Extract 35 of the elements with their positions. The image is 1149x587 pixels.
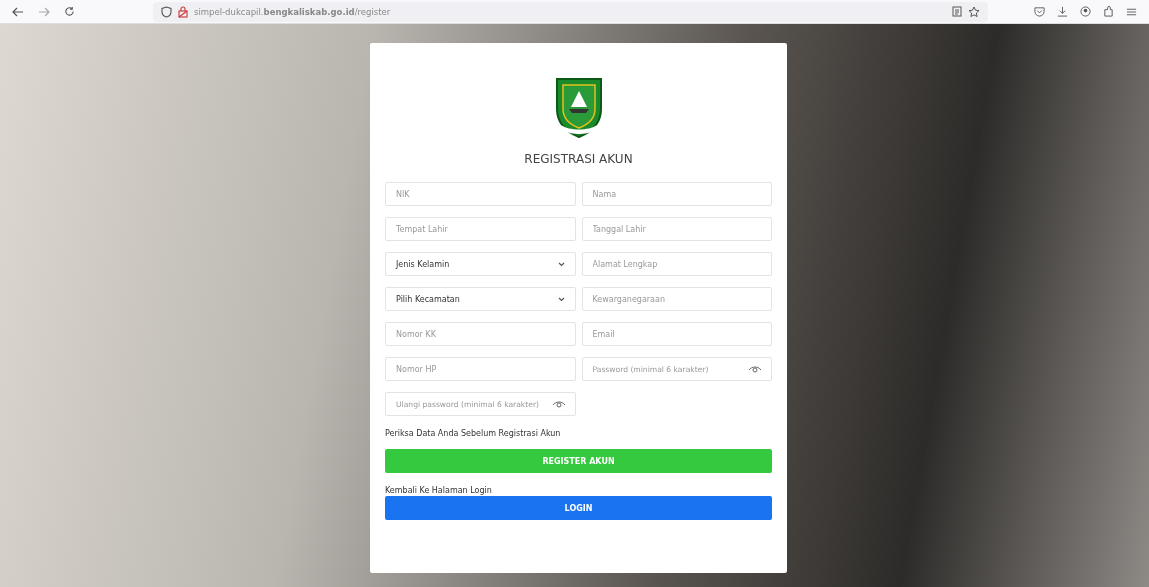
dropdown-value: Jenis Kelamin (396, 259, 450, 269)
reader-view-icon[interactable] (952, 6, 962, 17)
input-field[interactable]: Nama (581, 182, 772, 206)
notice-text: Periksa Data Anda Sebelum Registrasi Akun (385, 429, 562, 438)
input-field[interactable]: Email (581, 322, 772, 346)
menu-icon[interactable] (1126, 6, 1137, 17)
dropdown-field[interactable]: Pilih Kecamatan (385, 287, 576, 311)
chevron-down-icon (557, 296, 565, 302)
form-title: REGISTRASI AKUN (524, 152, 633, 166)
dropdown-field[interactable]: Jenis Kelamin (385, 252, 576, 276)
address-text: simpel-dukcapil.bengkaliskab.go.id/register (194, 6, 391, 17)
input-field[interactable]: Nomor HP (385, 357, 576, 381)
extensions-icon[interactable] (1103, 6, 1114, 17)
chevron-down-icon (557, 261, 565, 267)
star-icon[interactable] (968, 5, 980, 18)
lock-icon (178, 5, 188, 18)
eye-icon[interactable] (551, 401, 566, 408)
emblem-logo (554, 77, 603, 139)
input-field[interactable]: Alamat Lengkap (581, 252, 772, 276)
input-field[interactable]: NIK (385, 182, 576, 206)
dropdown-value: Pilih Kecamatan (396, 294, 460, 304)
address-bar[interactable]: simpel-dukcapil.bengkaliskab.go.id/register (153, 1, 988, 22)
login-button[interactable]: LOGIN (385, 496, 772, 520)
login-hint-text: Kembali Ke Halaman Login (385, 486, 493, 495)
pocket-icon[interactable] (1034, 6, 1045, 17)
reload-icon[interactable] (64, 6, 75, 17)
eye-icon[interactable] (748, 366, 762, 373)
input-field[interactable]: Kewarganegaraan (581, 287, 772, 311)
input-field[interactable]: Tanggal Lahir (581, 217, 772, 241)
shield-icon (161, 5, 172, 18)
input-field[interactable]: Nomor KK (385, 322, 576, 346)
back-icon[interactable] (12, 6, 24, 17)
account-icon[interactable] (1080, 6, 1091, 17)
download-icon[interactable] (1057, 6, 1068, 17)
input-field[interactable]: Tempat Lahir (385, 217, 576, 241)
